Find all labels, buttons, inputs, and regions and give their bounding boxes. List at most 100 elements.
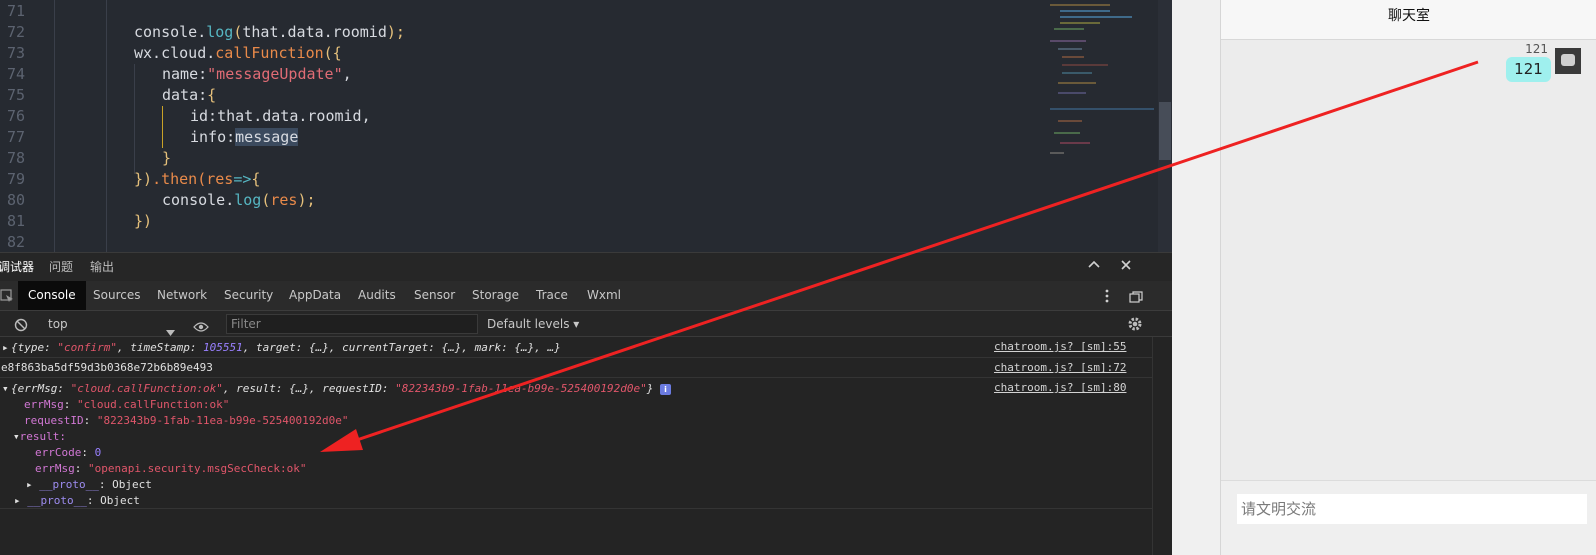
minimap-line bbox=[1050, 108, 1154, 110]
tab-storage[interactable]: Storage bbox=[462, 281, 529, 310]
minimap-line bbox=[1058, 92, 1086, 94]
minimap[interactable] bbox=[1050, 0, 1158, 252]
source-link[interactable]: chatroom.js? [sm]:55 bbox=[994, 339, 1126, 355]
tree-row-errcode: errCode: 0 bbox=[35, 446, 102, 459]
line-number: 78 bbox=[7, 149, 26, 167]
tree-row-result[interactable]: ▾result: bbox=[13, 429, 66, 445]
log-text: e8f863ba5df59d3b0368e72b6b89e493 bbox=[1, 361, 213, 374]
dock-icon[interactable] bbox=[1129, 289, 1143, 308]
code-line-78: } bbox=[162, 149, 172, 167]
minimap-line bbox=[1060, 10, 1110, 12]
tab-problems[interactable]: 问题 bbox=[49, 259, 73, 275]
collapse-triangle-icon[interactable]: ▾ bbox=[13, 430, 20, 443]
code-line-80: console.log(res); bbox=[162, 191, 316, 209]
console-filter-bar: top Default levels ▾ bbox=[0, 311, 1172, 337]
log-levels-dropdown[interactable]: Default levels ▾ bbox=[487, 311, 579, 337]
console-message[interactable]: e8f863ba5df59d3b0368e72b6b89e493 chatroo… bbox=[0, 358, 1152, 378]
page-title: 聊天室 bbox=[1388, 8, 1430, 24]
line-number: 71 bbox=[7, 2, 26, 20]
editor-scrollbar-thumb[interactable] bbox=[1159, 102, 1171, 160]
line-number: 80 bbox=[7, 191, 26, 209]
info-icon: i bbox=[660, 383, 672, 395]
collapse-icon[interactable] bbox=[1084, 257, 1104, 277]
log-object-summary[interactable]: {errMsg: "cloud.callFunction:ok", result… bbox=[11, 381, 672, 397]
expand-triangle-icon[interactable]: ▸ bbox=[2, 340, 9, 356]
log-object-summary[interactable]: {type: "confirm", timeStamp: 105551, tar… bbox=[11, 340, 561, 356]
collapse-triangle-icon[interactable]: ▾ bbox=[2, 381, 9, 397]
minimap-line bbox=[1060, 16, 1132, 18]
tree-row-inner-errmsg: errMsg: "openapi.security.msgSecCheck:ok… bbox=[35, 462, 307, 475]
console-scrollbar[interactable] bbox=[1152, 337, 1172, 555]
editor-scrollbar[interactable] bbox=[1158, 0, 1172, 252]
line-number: 74 bbox=[7, 65, 26, 83]
tree-row-inner-proto[interactable]: ▸ __proto__: Object bbox=[26, 477, 152, 493]
phone-simulator: 聊天室 121 121 bbox=[1220, 0, 1596, 555]
devtools-panel: 调试器 问题 输出 Console Sources Network Securi… bbox=[0, 252, 1172, 555]
console-output[interactable]: ▸ {type: "confirm", timeStamp: 105551, t… bbox=[0, 337, 1172, 555]
chat-input[interactable] bbox=[1237, 494, 1587, 524]
tree-row-proto[interactable]: ▸ __proto__: Object bbox=[14, 493, 140, 509]
close-icon[interactable] bbox=[1116, 257, 1136, 277]
code-line-74: name:"messageUpdate", bbox=[162, 65, 352, 83]
source-link[interactable]: chatroom.js? [sm]:80 bbox=[994, 380, 1126, 396]
indent-guide bbox=[54, 0, 55, 252]
tab-trace[interactable]: Trace bbox=[526, 281, 578, 310]
source-link[interactable]: chatroom.js? [sm]:72 bbox=[994, 360, 1126, 376]
panel-tab-bar: 调试器 问题 输出 bbox=[0, 253, 1172, 281]
tab-network[interactable]: Network bbox=[147, 281, 217, 310]
tab-audits[interactable]: Audits bbox=[348, 281, 406, 310]
line-number: 76 bbox=[7, 107, 26, 125]
line-number: 81 bbox=[7, 212, 26, 230]
code-line-73: wx.cloud.callFunction({ bbox=[134, 44, 342, 62]
minimap-line bbox=[1058, 120, 1082, 122]
line-number-gutter: 71 72 73 74 75 76 77 78 79 80 81 82 bbox=[0, 0, 52, 252]
console-message[interactable]: ▸ {type: "confirm", timeStamp: 105551, t… bbox=[0, 337, 1152, 358]
code-line-79: }).then(res=>{ bbox=[134, 170, 261, 188]
tab-wxml[interactable]: Wxml bbox=[577, 281, 631, 310]
code-area[interactable]: console.log(that.data.roomid); wx.cloud.… bbox=[52, 0, 1052, 252]
minimap-line bbox=[1062, 64, 1108, 66]
code-line-75: data:{ bbox=[162, 86, 217, 104]
minimap-line bbox=[1054, 132, 1080, 134]
tab-sensor[interactable]: Sensor bbox=[404, 281, 465, 310]
indent-guide-active bbox=[162, 106, 163, 148]
code-editor[interactable]: 71 72 73 74 75 76 77 78 79 80 81 82 cons… bbox=[0, 0, 1172, 252]
minimap-line bbox=[1062, 56, 1084, 58]
avatar[interactable] bbox=[1555, 48, 1581, 74]
expand-triangle-icon[interactable]: ▸ bbox=[26, 478, 39, 491]
eye-icon[interactable] bbox=[193, 318, 209, 337]
tab-output[interactable]: 输出 bbox=[90, 259, 114, 275]
tab-appdata[interactable]: AppData bbox=[279, 281, 351, 310]
tab-security[interactable]: Security bbox=[214, 281, 283, 310]
gear-icon[interactable] bbox=[1127, 316, 1143, 336]
clear-console-icon[interactable] bbox=[14, 317, 28, 336]
indent-guide bbox=[134, 64, 135, 174]
chat-input-bar bbox=[1221, 480, 1596, 555]
minimap-line bbox=[1060, 22, 1100, 24]
context-selector[interactable]: top bbox=[48, 311, 68, 337]
tab-console[interactable]: Console bbox=[18, 281, 86, 310]
log-levels-label: Default levels bbox=[487, 317, 570, 331]
console-message[interactable]: ▾ {errMsg: "cloud.callFunction:ok", resu… bbox=[0, 378, 1152, 509]
chat-bubble[interactable]: 121 bbox=[1506, 57, 1551, 82]
tree-row-errmsg: errMsg: "cloud.callFunction:ok" bbox=[24, 398, 230, 411]
expand-triangle-icon[interactable]: ▸ bbox=[14, 494, 27, 507]
code-line-76: id:that.data.roomid, bbox=[190, 107, 371, 125]
line-number: 79 bbox=[7, 170, 26, 188]
line-number: 72 bbox=[7, 23, 26, 41]
inspect-icon[interactable] bbox=[0, 288, 14, 307]
code-line-81: }) bbox=[134, 212, 153, 230]
tab-sources[interactable]: Sources bbox=[83, 281, 150, 310]
minimap-line bbox=[1050, 152, 1064, 154]
minimap-line bbox=[1054, 28, 1084, 30]
minimap-line bbox=[1050, 40, 1086, 42]
more-icon[interactable] bbox=[1102, 288, 1112, 308]
minimap-line bbox=[1062, 72, 1092, 74]
chevron-down-icon: ▾ bbox=[569, 317, 580, 331]
phone-navbar: 聊天室 bbox=[1221, 0, 1596, 40]
filter-input[interactable] bbox=[226, 314, 478, 334]
minimap-line bbox=[1060, 142, 1090, 144]
tab-debugger[interactable]: 调试器 bbox=[0, 259, 34, 275]
window-gap bbox=[1172, 0, 1220, 555]
line-number: 75 bbox=[7, 86, 26, 104]
